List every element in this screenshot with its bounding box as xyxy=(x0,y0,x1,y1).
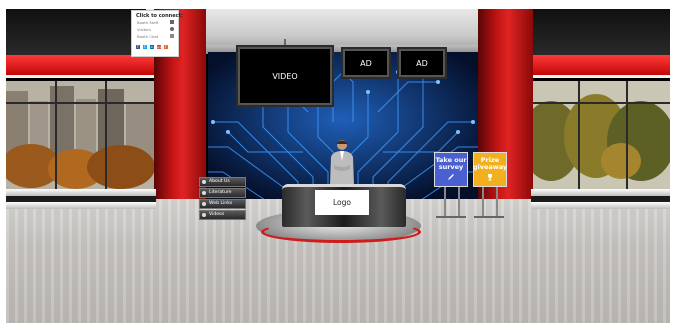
connect-visitors-label: Visitors xyxy=(137,27,151,32)
menu-item-web-links-label: Web Links xyxy=(209,201,233,206)
city-view-left xyxy=(6,81,156,189)
menu-item-videos[interactable]: Videos xyxy=(199,210,246,220)
menu-item-literature-label: Literature xyxy=(209,190,232,195)
google-plus-icon[interactable]: g+ xyxy=(157,45,161,49)
chat-icon xyxy=(170,20,174,24)
survey-stand-base xyxy=(436,216,466,218)
video-screen[interactable]: VIDEO xyxy=(238,47,332,105)
social-links: f t in g+ r xyxy=(136,45,168,49)
menu-item-videos-label: Videos xyxy=(209,212,225,217)
right-rail-bottom xyxy=(531,202,670,209)
right-window xyxy=(531,81,670,189)
connect-booth-staff-label: Booth Staff xyxy=(137,20,159,25)
menu-item-web-links[interactable]: Web Links xyxy=(199,199,246,209)
menu-item-about-us-label: About Us xyxy=(209,179,230,184)
ceiling-right xyxy=(531,9,670,57)
prize-sign-line2: giveaway xyxy=(472,163,508,171)
prize-stand-base xyxy=(474,216,504,218)
left-red-header xyxy=(6,55,156,78)
facebook-icon[interactable]: f xyxy=(136,45,140,49)
left-window xyxy=(6,81,156,189)
right-rail-top xyxy=(531,189,670,196)
connect-booth-chat-label: Booth Chat xyxy=(137,34,159,39)
bullet-icon xyxy=(202,202,206,206)
ad-screen-right-label: AD xyxy=(416,58,428,68)
prize-sign[interactable]: Prize giveaway xyxy=(473,152,507,187)
prize-stand-left xyxy=(482,187,484,217)
twitter-icon[interactable]: t xyxy=(143,45,147,49)
ad-screen-left[interactable]: AD xyxy=(343,49,389,77)
right-red-header xyxy=(531,55,670,78)
virtual-booth-stage: Click to connect: Booth Staff Visitors B… xyxy=(6,9,670,323)
menu-item-about-us[interactable]: About Us xyxy=(199,177,246,187)
desk-logo: Logo xyxy=(315,190,369,215)
host-avatar xyxy=(330,140,354,185)
survey-stand-left xyxy=(444,187,446,217)
rss-icon[interactable]: r xyxy=(164,45,168,49)
left-rail-bottom xyxy=(6,202,156,209)
prize-stand-right xyxy=(496,187,498,217)
left-rail-top xyxy=(6,189,156,196)
survey-sign[interactable]: Take our survey xyxy=(434,152,468,187)
linkedin-icon[interactable]: in xyxy=(150,45,154,49)
ceiling-left xyxy=(6,9,146,57)
booth-menu: About Us Literature Web Links Videos xyxy=(199,177,246,221)
video-screen-label: VIDEO xyxy=(272,71,298,81)
ad-screen-right[interactable]: AD xyxy=(399,49,445,77)
menu-item-literature[interactable]: Literature xyxy=(199,188,246,198)
connect-visitors[interactable]: Visitors xyxy=(132,26,178,33)
bullet-icon xyxy=(202,180,206,184)
connect-booth-staff[interactable]: Booth Staff xyxy=(132,19,178,26)
people-icon xyxy=(170,27,174,31)
desk-logo-label: Logo xyxy=(333,198,351,207)
connect-panel: Click to connect: Booth Staff Visitors B… xyxy=(131,10,183,57)
connect-booth-chat[interactable]: Booth Chat xyxy=(132,33,178,40)
bullet-icon xyxy=(202,191,206,195)
survey-stand-right xyxy=(458,187,460,217)
pencil-icon xyxy=(448,174,454,180)
ad-screen-left-label: AD xyxy=(360,58,372,68)
message-icon xyxy=(170,34,174,38)
park-view-right xyxy=(531,81,670,189)
connect-panel-title: Click to connect: xyxy=(136,13,183,19)
bullet-icon xyxy=(202,213,206,217)
survey-sign-line2: survey xyxy=(438,163,464,171)
trophy-icon xyxy=(488,174,492,181)
